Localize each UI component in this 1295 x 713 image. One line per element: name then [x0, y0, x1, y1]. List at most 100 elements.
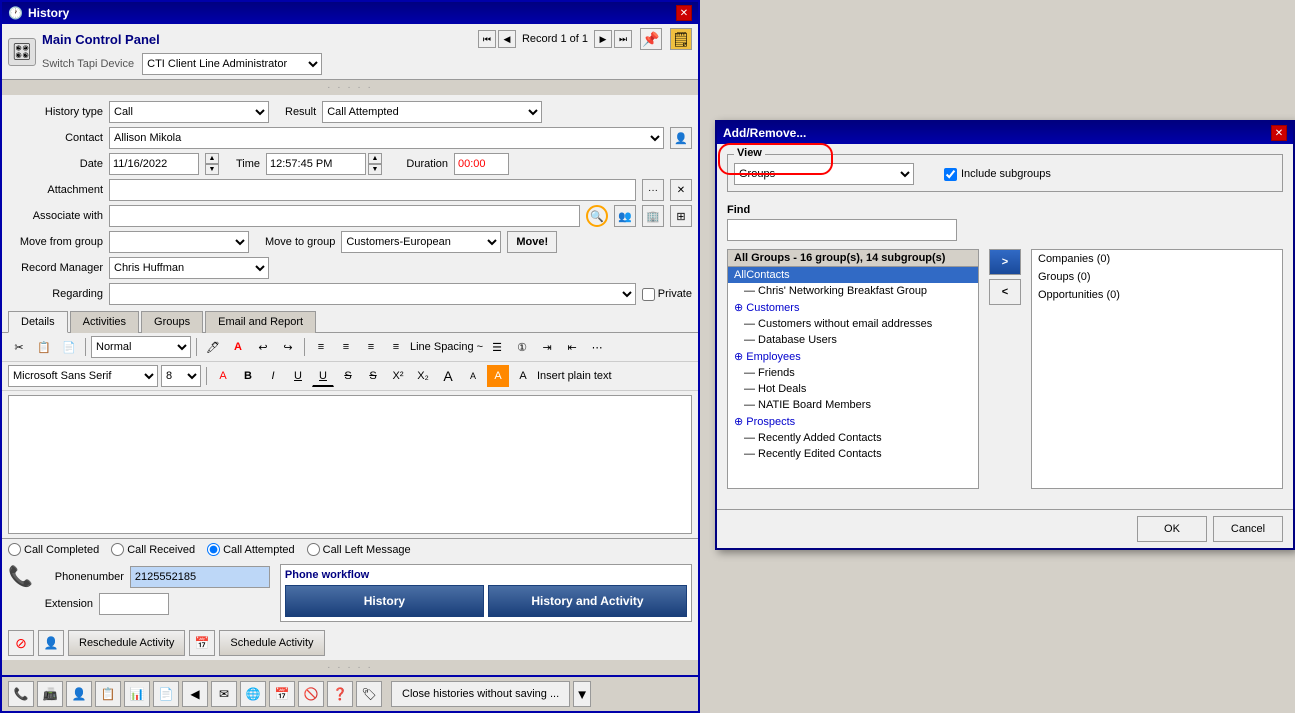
list-item-recently-edited[interactable]: — Recently Edited Contacts	[728, 446, 978, 462]
right-list-companies[interactable]: Companies (0)	[1032, 250, 1282, 268]
italic-btn[interactable]: I	[262, 365, 284, 387]
outdent-btn[interactable]: ⇤	[561, 336, 583, 358]
right-list-groups[interactable]: Groups (0)	[1032, 268, 1282, 286]
private-checkbox[interactable]	[642, 288, 655, 301]
history-workflow-btn[interactable]: History	[285, 585, 484, 617]
note-bottom-btn[interactable]: 📋	[95, 681, 121, 707]
phone-number-input[interactable]	[130, 566, 270, 588]
nav-prev-btn[interactable]: ◀	[498, 30, 516, 48]
list-btn[interactable]: ☰	[486, 336, 508, 358]
window-close-button[interactable]: ✕	[676, 5, 692, 21]
history-activity-workflow-btn[interactable]: History and Activity	[488, 585, 687, 617]
record-manager-select[interactable]: Chris Huffman	[109, 257, 269, 279]
view-select[interactable]: Groups Companies	[734, 163, 914, 185]
contact-select[interactable]: Allison Mikola	[109, 127, 664, 149]
list-item-no-email[interactable]: — Customers without email addresses	[728, 316, 978, 332]
time-spin-down[interactable]: ▼	[368, 164, 382, 175]
move-to-select[interactable]: Customers-European	[341, 231, 501, 253]
style-select[interactable]: Normal Heading 1	[91, 336, 191, 358]
tab-email-report[interactable]: Email and Report	[205, 311, 316, 333]
help-btn[interactable]: ❓	[327, 681, 353, 707]
assoc-search-icon[interactable]: 🔍	[586, 205, 608, 227]
assoc-people-icon[interactable]: 👥	[614, 205, 636, 227]
move-button[interactable]: Move!	[507, 231, 557, 253]
strike2-btn[interactable]: S	[362, 365, 384, 387]
insert-plain-text-btn[interactable]: Insert plain text	[537, 370, 612, 382]
list-item-friends[interactable]: — Friends	[728, 365, 978, 381]
reschedule-activity-btn[interactable]: Reschedule Activity	[68, 630, 185, 656]
stop-btn[interactable]: 🚫	[298, 681, 324, 707]
paste-btn[interactable]: 📄	[58, 336, 80, 358]
time-spin-up[interactable]: ▲	[368, 153, 382, 164]
tab-groups[interactable]: Groups	[141, 311, 203, 333]
attachment-input[interactable]	[109, 179, 636, 201]
list-item-all-contacts[interactable]: AllContacts	[728, 267, 978, 283]
nav-next-btn[interactable]: ▶	[594, 30, 612, 48]
highlight-btn[interactable]: 🖊	[202, 336, 224, 358]
dialog-close-btn[interactable]: ✕	[1271, 125, 1287, 141]
find-input[interactable]	[727, 219, 957, 241]
history-type-select[interactable]: Call Email Meeting	[109, 101, 269, 123]
include-subgroups-label[interactable]: Include subgroups	[944, 168, 1051, 181]
redo-btn[interactable]: ↪	[277, 336, 299, 358]
justify-btn[interactable]: ≡	[385, 336, 407, 358]
bold-btn[interactable]: B	[237, 365, 259, 387]
list-item-hot-deals[interactable]: — Hot Deals	[728, 381, 978, 397]
font-family-select[interactable]: Microsoft Sans Serif	[8, 365, 158, 387]
align-left-btn[interactable]: ≡	[310, 336, 332, 358]
list-item-prospects[interactable]: ⊕ Prospects	[728, 413, 978, 430]
more-btn[interactable]: ⋯	[586, 336, 608, 358]
doc-btn[interactable]: 📄	[153, 681, 179, 707]
date-spin-up[interactable]: ▲	[205, 153, 219, 164]
underline2-btn[interactable]: U	[312, 365, 334, 387]
include-subgroups-checkbox[interactable]	[944, 168, 957, 181]
call-left-message-radio[interactable]: Call Left Message	[307, 543, 411, 556]
note-button[interactable]: 🗒	[670, 28, 692, 50]
add-to-right-btn[interactable]: >	[989, 249, 1021, 275]
list-item-customers[interactable]: ⊕ Customers	[728, 299, 978, 316]
remove-from-right-btn[interactable]: <	[989, 279, 1021, 305]
duration-input[interactable]	[454, 153, 509, 175]
font-size-select[interactable]: 8 9 10	[161, 365, 201, 387]
result-select[interactable]: Call Attempted Call Completed Call Recei…	[322, 101, 542, 123]
contact-person-icon[interactable]: 👤	[670, 127, 692, 149]
activity-icon-btn2[interactable]: 👤	[38, 630, 64, 656]
cancel-btn[interactable]: Cancel	[1213, 516, 1283, 542]
extension-input[interactable]	[99, 593, 169, 615]
label-btn[interactable]: 🏷	[356, 681, 382, 707]
move-from-select[interactable]	[109, 231, 249, 253]
list-item-recently-added[interactable]: — Recently Added Contacts	[728, 430, 978, 446]
web-btn[interactable]: 🌐	[240, 681, 266, 707]
date-input[interactable]	[109, 153, 199, 175]
list-item-chris-networking[interactable]: — Chris' Networking Breakfast Group	[728, 283, 978, 299]
indent-btn[interactable]: ⇥	[536, 336, 558, 358]
associate-input[interactable]	[109, 205, 580, 227]
date-spin-down[interactable]: ▼	[205, 164, 219, 175]
report-btn[interactable]: 📊	[124, 681, 150, 707]
tab-activities[interactable]: Activities	[70, 311, 139, 333]
undo-btn[interactable]: ↩	[252, 336, 274, 358]
schedule-activity-btn[interactable]: Schedule Activity	[219, 630, 324, 656]
cut-btn[interactable]: ✂	[8, 336, 30, 358]
strike-btn[interactable]: S	[337, 365, 359, 387]
attachment-clear-btn[interactable]: ✕	[670, 179, 692, 201]
nav-last-btn[interactable]: ⏭	[614, 30, 632, 48]
right-list-opportunities[interactable]: Opportunities (0)	[1032, 286, 1282, 304]
editor-area[interactable]	[8, 395, 692, 534]
font-color-btn[interactable]: A	[212, 365, 234, 387]
small-font-btn[interactable]: A	[462, 365, 484, 387]
assoc-company-icon[interactable]: 🏢	[642, 205, 664, 227]
large-font-btn[interactable]: A	[437, 365, 459, 387]
font-clear-btn[interactable]: A	[512, 365, 534, 387]
mail-btn[interactable]: ✉	[211, 681, 237, 707]
list-item-employees[interactable]: ⊕ Employees	[728, 348, 978, 365]
subscript-btn[interactable]: X₂	[412, 365, 434, 387]
stop-icon-btn[interactable]: ⊘	[8, 630, 34, 656]
attachment-browse-btn[interactable]: ···	[642, 179, 664, 201]
back-btn[interactable]: ◀	[182, 681, 208, 707]
color-btn[interactable]: A	[227, 336, 249, 358]
superscript-btn[interactable]: X²	[387, 365, 409, 387]
assoc-grid-icon[interactable]: ⊞	[670, 205, 692, 227]
num-list-btn[interactable]: ①	[511, 336, 533, 358]
close-histories-btn[interactable]: Close histories without saving ...	[391, 681, 570, 707]
